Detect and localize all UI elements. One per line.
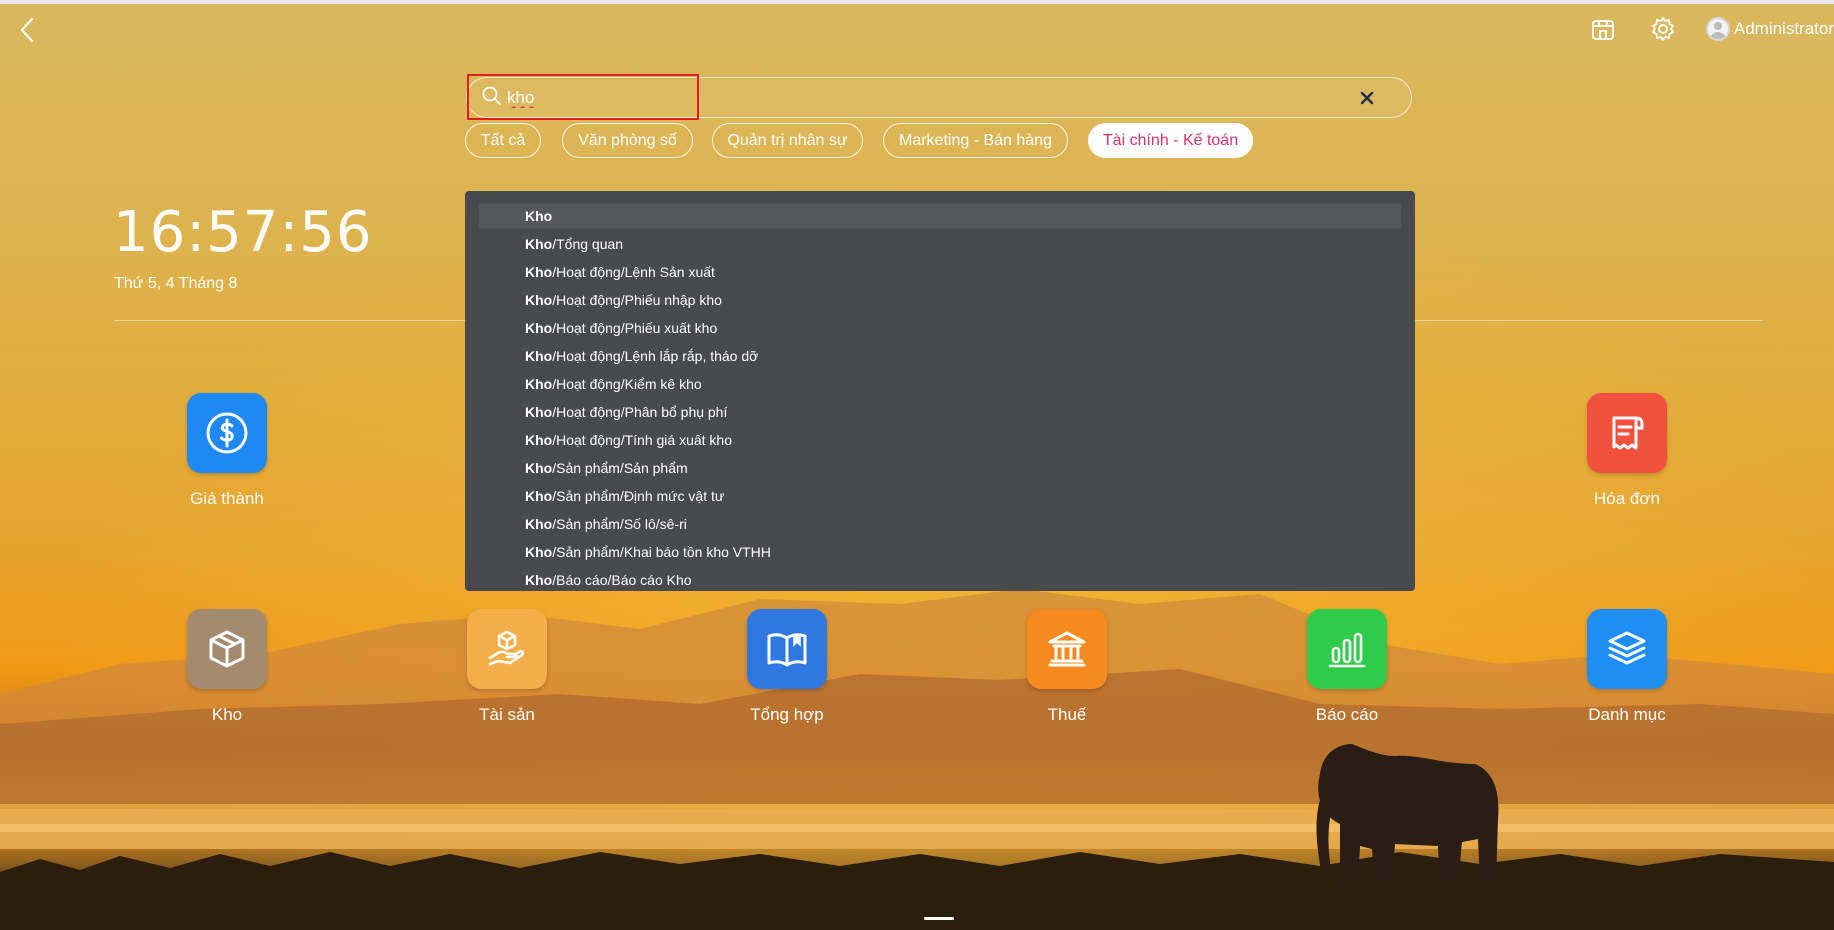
search-result-path: /Báo cáo/Báo cáo Kho — [552, 572, 692, 588]
box-icon — [187, 609, 267, 689]
search-result-match: Kho — [525, 404, 553, 420]
top-right-toolbar: Administrator — [1586, 12, 1834, 46]
chevron-left-icon — [20, 17, 34, 43]
app-gia-thanh[interactable]: Giá thành — [147, 393, 307, 509]
app-label: Tài sản — [479, 705, 535, 724]
search-icon — [482, 86, 501, 105]
search-result-item[interactable]: Kho/Hoạt động/Phân bổ phụ phí — [479, 399, 1401, 425]
store-icon — [1591, 20, 1614, 40]
search-result-item[interactable]: Kho/Hoạt động/Tính giá xuất kho — [479, 427, 1401, 453]
app-tai-san[interactable]: Tài sản — [427, 609, 587, 725]
search-result-path: /Hoạt động/Phân bổ phụ phí — [552, 404, 728, 420]
home-screen: Administrator Tất cả Văn phòng số Quản t… — [0, 0, 1834, 930]
app-label: Danh mục — [1588, 705, 1666, 724]
clear-search-button[interactable] — [1357, 88, 1377, 108]
divider-right — [1415, 320, 1763, 321]
search-result-item[interactable]: Kho/Hoạt động/Lệnh Sản xuất — [479, 259, 1401, 285]
app-label: Báo cáo — [1315, 705, 1379, 724]
search-result-match: Kho — [525, 544, 553, 560]
layers-icon — [1587, 609, 1667, 689]
search-result-item[interactable]: Kho/Sản phẩm/Định mức vật tư — [479, 483, 1401, 509]
app-danh-muc[interactable]: Danh mục — [1547, 609, 1707, 725]
book-icon — [747, 609, 827, 689]
search-result-match: Kho — [525, 264, 553, 280]
search-result-path: /Hoạt động/Lệnh Sản xuất — [552, 264, 715, 280]
receipt-icon — [1587, 393, 1667, 473]
filter-chip-finance-accounting[interactable]: Tài chính - Kế toán — [1088, 123, 1253, 158]
clock-time: 16:57:56 — [113, 200, 373, 265]
search-result-path: /Sản phẩm/Sản phẩm — [552, 460, 688, 476]
search-result-match: Kho — [525, 208, 553, 224]
bar-chart-icon — [1307, 609, 1387, 689]
search-result-path: /Hoạt động/Lệnh lắp rắp, tháo dỡ — [552, 348, 759, 364]
settings-button[interactable] — [1646, 12, 1680, 46]
page-indicator[interactable] — [924, 917, 954, 920]
dollar-circle-icon — [187, 393, 267, 473]
search-result-match: Kho — [525, 236, 553, 252]
search-result-match: Kho — [525, 376, 553, 392]
app-label: Kho — [211, 705, 243, 724]
search-result-match: Kho — [525, 348, 553, 364]
app-bao-cao[interactable]: Báo cáo — [1267, 609, 1427, 725]
search-result-match: Kho — [525, 432, 553, 448]
search-result-path: /Hoạt động/Phiếu xuất kho — [552, 320, 718, 336]
search-result-match: Kho — [525, 320, 553, 336]
search-result-path: /Sản phẩm/Khai báo tồn kho VTHH — [552, 544, 771, 560]
close-icon — [1360, 91, 1374, 105]
bank-icon — [1027, 609, 1107, 689]
filter-chip-digital-office[interactable]: Văn phòng số — [562, 123, 693, 158]
search-result-path: /Hoạt động/Phiếu nhập kho — [552, 292, 722, 308]
back-button[interactable] — [16, 16, 40, 44]
search-result-item[interactable]: Kho/Báo cáo/Báo cáo Kho — [479, 567, 1401, 591]
app-thue[interactable]: Thuế — [987, 609, 1147, 725]
search-result-path: /Tổng quan — [552, 236, 624, 252]
search-result-match: Kho — [525, 292, 553, 308]
search-result-match: Kho — [525, 572, 553, 588]
search-result-item[interactable]: Kho/Tổng quan — [479, 231, 1401, 257]
search-result-item[interactable]: Kho/Sản phẩm/Khai báo tồn kho VTHH — [479, 539, 1401, 565]
app-label: Giá thành — [190, 489, 264, 508]
search-result-path: /Sản phẩm/Số lô/sê-ri — [552, 516, 687, 532]
search-result-item[interactable]: Kho/Sản phẩm/Số lô/sê-ri — [479, 511, 1401, 537]
search-result-path: /Hoạt động/Kiểm kê kho — [552, 376, 702, 392]
search-input[interactable] — [507, 86, 1307, 110]
app-label: Thuế — [1047, 705, 1087, 724]
search-result-item[interactable]: Kho/Hoạt động/Phiếu xuất kho — [479, 315, 1401, 341]
search-result-path: /Hoạt động/Tính giá xuất kho — [552, 432, 733, 448]
avatar — [1705, 17, 1730, 41]
user-menu[interactable]: Administrator — [1705, 17, 1834, 41]
search-result-item[interactable]: Kho/Sản phẩm/Sản phẩm — [479, 455, 1401, 481]
search-bar — [466, 77, 1412, 118]
app-hoa-don[interactable]: Hóa đơn — [1547, 393, 1707, 509]
search-result-item[interactable]: Kho/Hoạt động/Lệnh lắp rắp, tháo dỡ — [479, 343, 1401, 369]
divider-left — [114, 320, 466, 321]
user-name: Administrator — [1733, 19, 1834, 38]
search-result-match: Kho — [525, 460, 553, 476]
gear-icon — [1651, 17, 1674, 41]
filter-chip-all[interactable]: Tất cả — [465, 123, 541, 158]
app-tong-hop[interactable]: Tổng hợp — [707, 609, 867, 725]
app-label: Hóa đơn — [1594, 489, 1660, 508]
search-result-item[interactable]: Kho/Hoạt động/Phiếu nhập kho — [479, 287, 1401, 313]
hand-box-icon — [467, 609, 547, 689]
search-result-path: /Sản phẩm/Định mức vật tư — [552, 488, 725, 504]
filter-chip-hr[interactable]: Quản trị nhân sự — [712, 123, 863, 158]
search-result-item[interactable]: Kho/Hoạt động/Kiểm kê kho — [479, 371, 1401, 397]
search-result-match: Kho — [525, 488, 553, 504]
search-result-item[interactable]: Kho — [479, 203, 1401, 229]
app-label: Tổng hợp — [750, 705, 824, 724]
app-kho[interactable]: Kho — [147, 609, 307, 725]
search-results-dropdown: Kho Kho/Tổng quan Kho/Hoạt động/Lệnh Sản x… — [465, 191, 1415, 591]
clock-date: Thứ 5, 4 Tháng 8 — [114, 275, 238, 292]
filter-chip-marketing-sales[interactable]: Marketing - Bán hàng — [883, 123, 1068, 158]
store-button[interactable] — [1586, 12, 1620, 46]
search-result-match: Kho — [525, 516, 553, 532]
